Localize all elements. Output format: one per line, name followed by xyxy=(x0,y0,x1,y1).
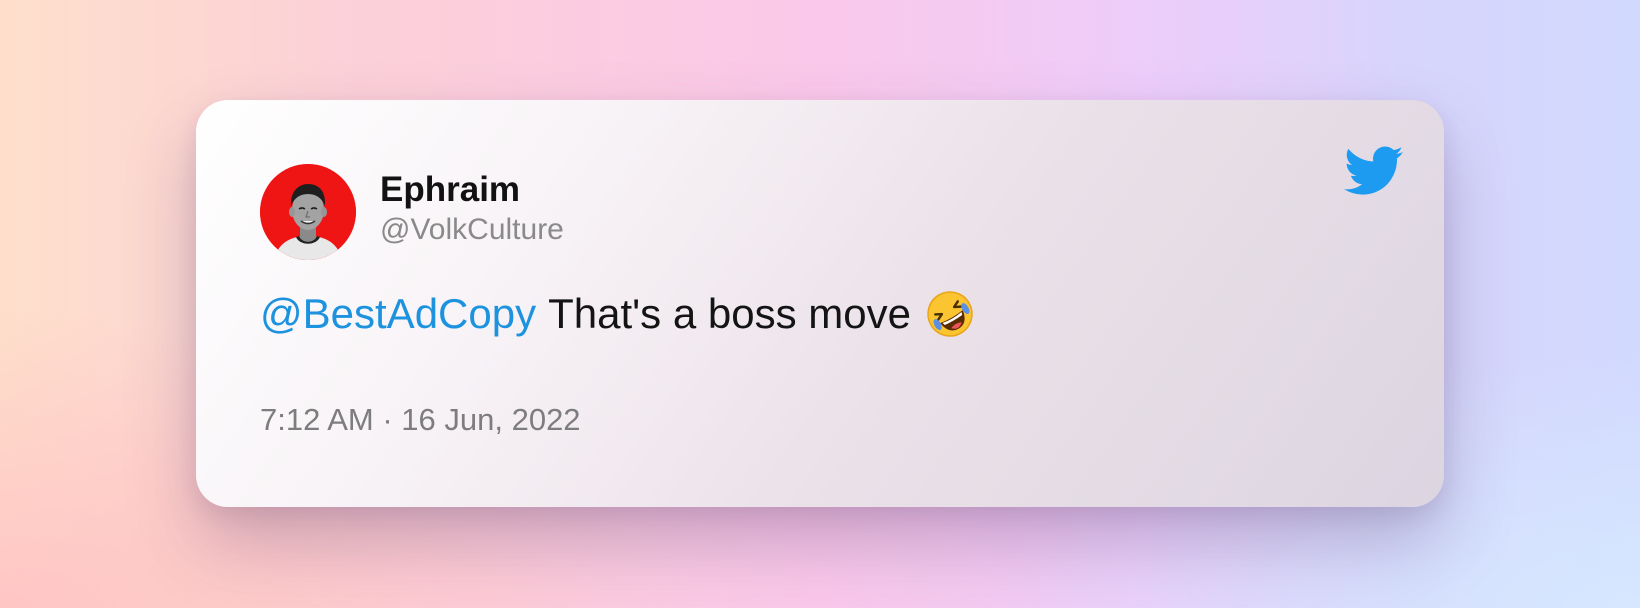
avatar-photo xyxy=(260,164,356,260)
twitter-bird-icon[interactable] xyxy=(1344,146,1404,196)
author-names: Ephraim @VolkCulture xyxy=(380,169,564,249)
author-display-name[interactable]: Ephraim xyxy=(380,169,564,211)
avatar[interactable] xyxy=(260,164,356,260)
rolling-on-the-floor-laughing-emoji xyxy=(927,291,973,337)
tweet-header: Ephraim @VolkCulture xyxy=(260,164,564,260)
tweet-timestamp[interactable]: 7:12 AM · 16 Jun, 2022 xyxy=(260,400,581,440)
tweet-mention-link[interactable]: @BestAdCopy xyxy=(260,284,536,344)
tweet-text: @BestAdCopy That's a boss move xyxy=(260,284,975,344)
tweet-card: Ephraim @VolkCulture @BestAdCopy That's … xyxy=(196,100,1444,507)
author-handle[interactable]: @VolkCulture xyxy=(380,211,564,249)
tweet-body: That's a boss move xyxy=(548,290,911,337)
